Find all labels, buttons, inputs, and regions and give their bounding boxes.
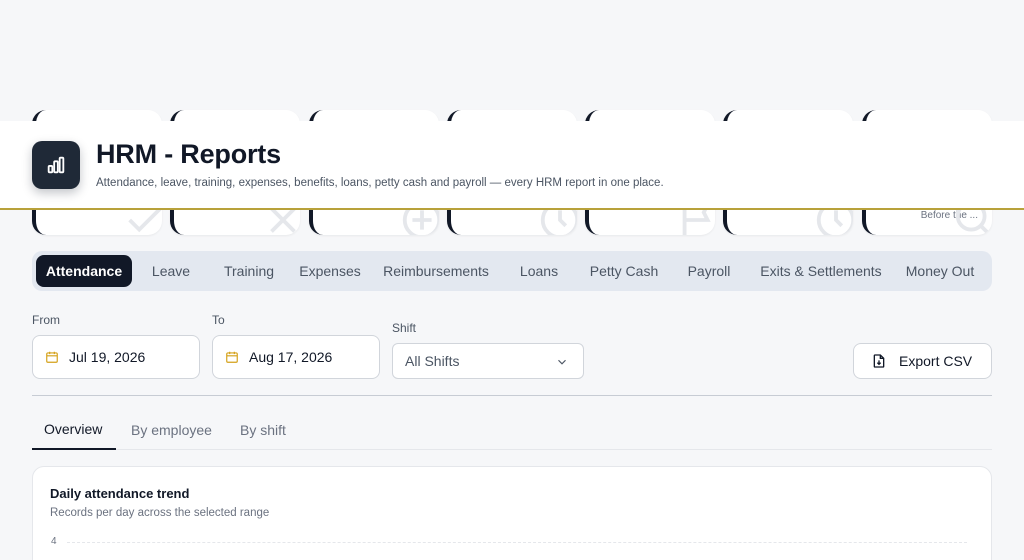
tab-leave[interactable]: Leave	[132, 255, 210, 287]
subtab-overview[interactable]: Overview	[32, 410, 116, 450]
report-tabs: Attendance Leave Training Expenses Reimb…	[32, 251, 992, 291]
tab-payroll[interactable]: Payroll	[670, 255, 748, 287]
subtab-by-employee[interactable]: By employee	[131, 410, 212, 450]
tab-money-out[interactable]: Money Out	[894, 255, 986, 287]
tab-loans[interactable]: Loans	[500, 255, 578, 287]
calendar-icon	[226, 351, 238, 363]
export-csv-button[interactable]: Export CSV	[853, 343, 992, 379]
chart-title: Daily attendance trend	[50, 486, 190, 501]
view-tabs: Overview By employee By shift	[32, 410, 992, 450]
from-date-value: Jul 19, 2026	[69, 349, 146, 365]
shift-label: Shift	[392, 321, 417, 335]
tab-expenses[interactable]: Expenses	[288, 255, 372, 287]
export-csv-label: Export CSV	[899, 353, 973, 369]
to-date-value: Aug 17, 2026	[249, 349, 333, 365]
tab-training[interactable]: Training	[210, 255, 288, 287]
to-date-field[interactable]: Aug 17, 2026	[212, 335, 380, 379]
shift-select-value: All Shifts	[405, 353, 460, 369]
y-tick-label: 4	[51, 536, 57, 547]
from-label: From	[32, 313, 60, 327]
subtab-by-shift[interactable]: By shift	[240, 410, 286, 450]
attendance-trend-panel: Daily attendance trend Records per day a…	[32, 466, 992, 560]
chevron-down-icon	[558, 359, 566, 365]
calendar-icon	[46, 351, 58, 363]
tab-petty-cash[interactable]: Petty Cash	[578, 255, 670, 287]
page-title: HRM - Reports	[96, 139, 281, 169]
chart-gridline	[67, 542, 967, 543]
tab-exits-settlements[interactable]: Exits & Settlements	[748, 255, 894, 287]
tab-attendance[interactable]: Attendance	[36, 255, 132, 287]
chart-subtitle: Records per day across the selected rang…	[50, 507, 270, 519]
page-subtitle: Attendance, leave, training, expenses, b…	[96, 177, 664, 189]
bar-chart-icon	[32, 141, 80, 189]
page-header: HRM - Reports Attendance, leave, trainin…	[0, 121, 1024, 210]
to-label: To	[212, 313, 225, 327]
from-date-field[interactable]: Jul 19, 2026	[32, 335, 200, 379]
shift-select[interactable]: All Shifts	[392, 343, 584, 379]
tab-reimbursements[interactable]: Reimbursements	[372, 255, 500, 287]
file-download-icon	[873, 354, 885, 368]
divider	[32, 395, 992, 396]
